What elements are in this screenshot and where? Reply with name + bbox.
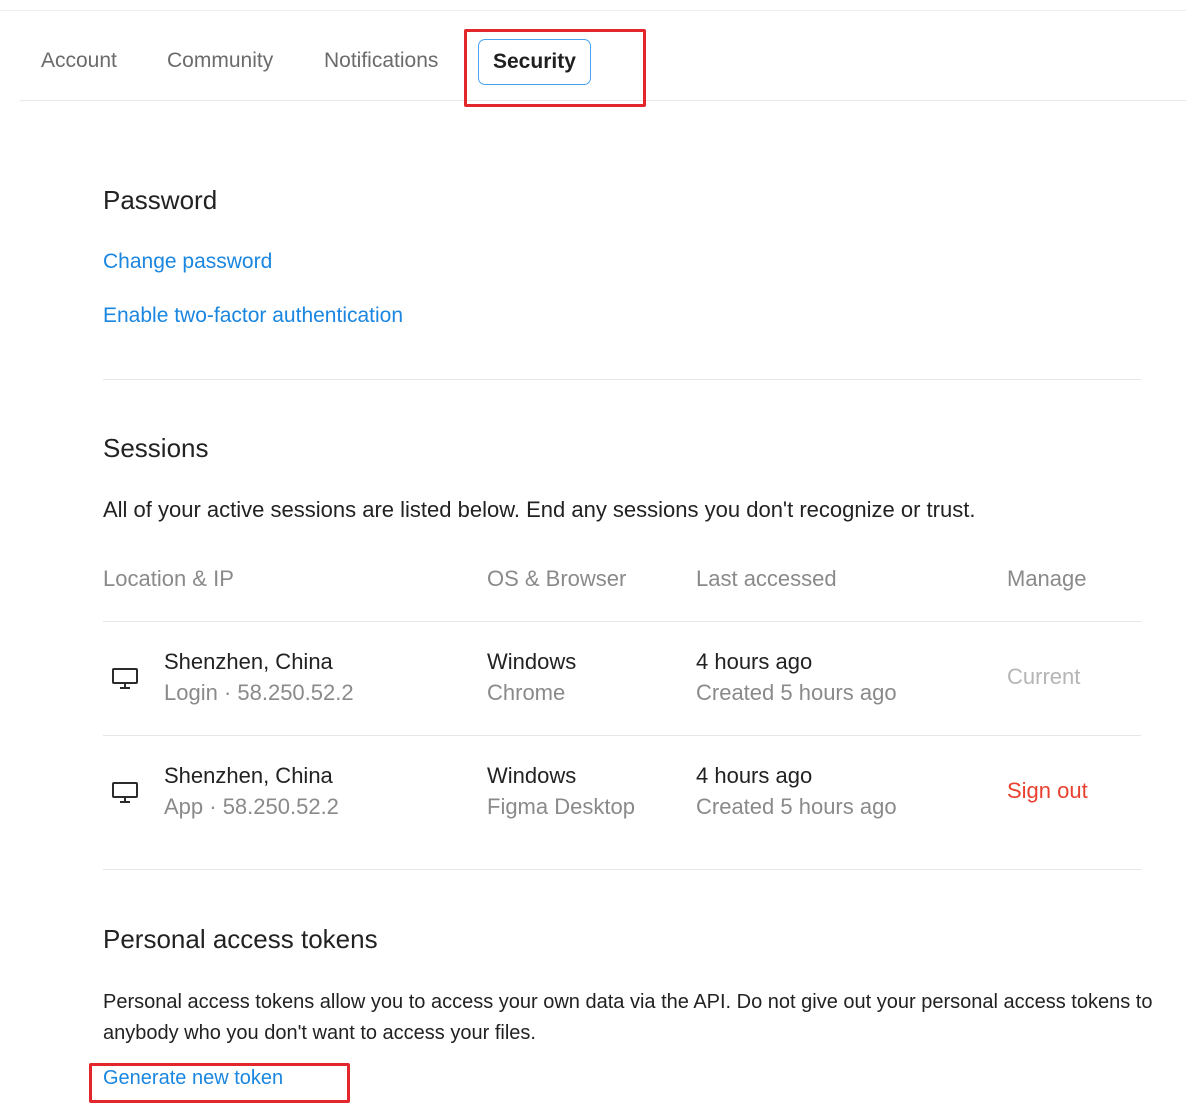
session-location: Shenzhen, China (164, 649, 333, 674)
monitor-icon (112, 668, 138, 689)
security-settings-page: Account Community Notifications Security… (0, 0, 1186, 1103)
table-divider (103, 621, 1141, 622)
session-os: Windows (487, 649, 577, 674)
column-header-last-accessed: Last accessed (696, 566, 837, 591)
session-last-accessed: 4 hours ago (696, 763, 813, 788)
session-browser: Chrome (487, 680, 566, 705)
session-os: Windows (487, 763, 577, 788)
column-header-os-browser: OS & Browser (487, 566, 627, 591)
tab-account[interactable]: Account (41, 38, 117, 84)
sessions-description: All of your active sessions are listed b… (103, 497, 976, 522)
session-browser: Figma Desktop (487, 794, 635, 819)
top-divider (0, 10, 1186, 11)
generate-token-link[interactable]: Generate new token (103, 1067, 283, 1090)
tab-notifications[interactable]: Notifications (324, 38, 438, 84)
password-section-title: Password (103, 185, 218, 215)
tab-community[interactable]: Community (167, 38, 273, 84)
tokens-description: Personal access tokens allow you to acce… (103, 991, 1153, 1044)
session-location: Shenzhen, China (164, 763, 333, 788)
session-created: Created 5 hours ago (696, 794, 897, 819)
section-divider (103, 379, 1141, 380)
current-session-label: Current (1007, 664, 1081, 689)
tokens-section-title: Personal access tokens (103, 924, 378, 954)
session-detail: App · 58.250.52.2 (164, 794, 339, 819)
monitor-icon (112, 782, 138, 803)
tab-security[interactable]: Security (478, 39, 591, 85)
sessions-section-title: Sessions (103, 433, 209, 463)
session-detail: Login · 58.250.52.2 (164, 680, 354, 705)
settings-tabs: Account Community Notifications Security (20, 38, 1186, 101)
section-divider (103, 869, 1141, 870)
session-last-accessed: 4 hours ago (696, 649, 813, 674)
session-created: Created 5 hours ago (696, 680, 897, 705)
column-header-location: Location & IP (103, 566, 234, 591)
enable-2fa-link[interactable]: Enable two-factor authentication (103, 304, 403, 328)
row-divider (103, 735, 1141, 736)
change-password-link[interactable]: Change password (103, 250, 272, 274)
column-header-manage: Manage (1007, 566, 1087, 591)
sign-out-button[interactable]: Sign out (1007, 778, 1088, 804)
